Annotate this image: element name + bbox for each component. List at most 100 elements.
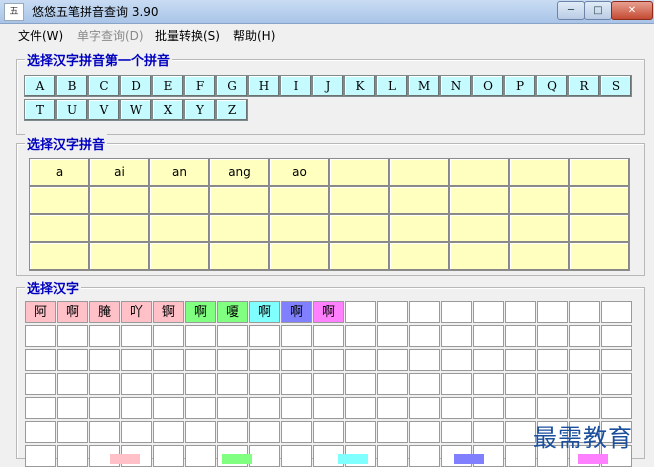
pinyin-cell[interactable] [509,158,570,187]
character-cell[interactable] [441,421,472,443]
pinyin-cell[interactable] [269,214,330,243]
character-cell[interactable]: 啊 [281,301,312,323]
character-cell[interactable] [217,325,248,347]
letter-button-r[interactable]: R [568,75,600,97]
pinyin-cell[interactable] [329,242,390,271]
pinyin-cell[interactable] [149,214,210,243]
character-cell[interactable] [537,373,568,395]
character-cell[interactable] [345,373,376,395]
character-cell[interactable] [153,445,184,467]
letter-button-m[interactable]: M [408,75,440,97]
character-cell[interactable] [409,325,440,347]
character-cell[interactable] [473,397,504,419]
character-cell[interactable] [345,421,376,443]
pinyin-cell[interactable] [209,186,270,215]
character-cell[interactable]: 锕 [153,301,184,323]
character-cell[interactable] [345,301,376,323]
character-cell[interactable] [89,325,120,347]
letter-button-j[interactable]: J [312,75,344,97]
character-cell[interactable] [377,445,408,467]
pinyin-cell[interactable] [269,186,330,215]
pinyin-cell[interactable]: ao [269,158,330,187]
character-cell[interactable] [121,397,152,419]
letter-button-o[interactable]: O [472,75,504,97]
character-cell[interactable] [25,397,56,419]
character-cell[interactable] [601,349,632,371]
character-cell[interactable] [441,397,472,419]
character-cell[interactable] [249,373,280,395]
pinyin-cell[interactable] [569,158,630,187]
character-cell[interactable] [441,373,472,395]
character-cell[interactable] [473,349,504,371]
character-cell[interactable] [409,301,440,323]
character-cell[interactable] [121,325,152,347]
character-cell[interactable] [505,421,536,443]
letter-button-t[interactable]: T [24,99,56,121]
menu-single-query[interactable]: 单字查询(D) [77,27,144,44]
character-cell[interactable] [153,349,184,371]
letter-button-a[interactable]: A [24,75,56,97]
character-cell[interactable] [409,397,440,419]
character-cell[interactable] [217,349,248,371]
character-cell[interactable] [25,325,56,347]
letter-button-h[interactable]: H [248,75,280,97]
character-cell[interactable] [409,421,440,443]
character-cell[interactable] [281,325,312,347]
maximize-button[interactable]: □ [584,1,612,20]
character-cell[interactable] [537,397,568,419]
character-cell[interactable] [57,325,88,347]
character-cell[interactable] [57,421,88,443]
letter-button-i[interactable]: I [280,75,312,97]
character-cell[interactable]: 阿 [25,301,56,323]
pinyin-cell[interactable] [149,242,210,271]
character-cell[interactable] [25,349,56,371]
character-cell[interactable] [537,325,568,347]
character-cell[interactable] [377,301,408,323]
character-cell[interactable] [569,349,600,371]
character-cell[interactable] [249,325,280,347]
pinyin-cell[interactable] [389,214,450,243]
character-cell[interactable] [441,301,472,323]
pinyin-cell[interactable]: an [149,158,210,187]
pinyin-cell[interactable] [569,214,630,243]
character-cell[interactable] [345,349,376,371]
character-cell[interactable] [121,349,152,371]
letter-button-x[interactable]: X [152,99,184,121]
pinyin-cell[interactable] [29,242,90,271]
character-cell[interactable] [57,445,88,467]
letter-button-d[interactable]: D [120,75,152,97]
character-cell[interactable] [505,373,536,395]
character-cell[interactable]: 腌 [89,301,120,323]
character-cell[interactable] [89,397,120,419]
app-icon[interactable]: 五 [4,3,24,21]
character-cell[interactable]: 啊 [57,301,88,323]
character-cell[interactable] [505,325,536,347]
character-cell[interactable] [409,445,440,467]
pinyin-cell[interactable] [569,242,630,271]
character-cell[interactable]: 吖 [121,301,152,323]
character-cell[interactable] [505,301,536,323]
pinyin-cell[interactable]: a [29,158,90,187]
character-cell[interactable] [569,397,600,419]
pinyin-cell[interactable] [449,242,510,271]
letter-button-g[interactable]: G [216,75,248,97]
pinyin-cell[interactable] [509,186,570,215]
character-cell[interactable]: 啊 [249,301,280,323]
character-cell[interactable] [121,421,152,443]
pinyin-cell[interactable] [269,242,330,271]
character-cell[interactable] [313,325,344,347]
character-cell[interactable] [281,397,312,419]
character-cell[interactable] [153,325,184,347]
pinyin-cell[interactable] [89,214,150,243]
pinyin-cell[interactable] [449,214,510,243]
character-cell[interactable] [185,325,216,347]
letter-button-s[interactable]: S [600,75,632,97]
character-cell[interactable]: 啊 [185,301,216,323]
character-cell[interactable] [377,397,408,419]
pinyin-cell[interactable] [209,214,270,243]
character-cell[interactable] [313,421,344,443]
character-cell[interactable] [377,325,408,347]
letter-button-c[interactable]: C [88,75,120,97]
character-cell[interactable] [377,349,408,371]
pinyin-cell[interactable] [29,214,90,243]
